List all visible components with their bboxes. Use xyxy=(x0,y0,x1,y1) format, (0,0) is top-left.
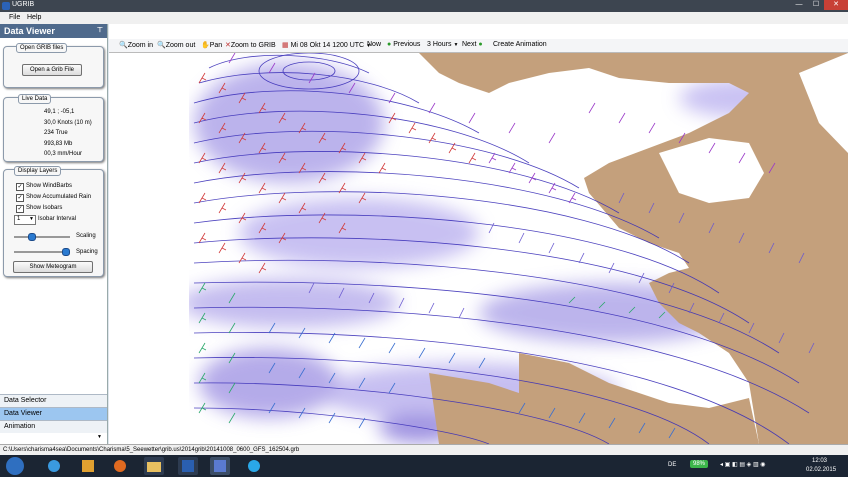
pan-button[interactable]: ✋Pan xyxy=(201,41,222,49)
firefox-icon[interactable] xyxy=(110,457,130,475)
pan-label: Pan xyxy=(209,42,223,49)
chevron-down-icon: ▼ xyxy=(29,216,34,222)
chevron-down-icon: ▼ xyxy=(453,42,459,48)
rain-checkbox[interactable]: ✓ xyxy=(16,194,24,202)
datetime-select[interactable]: ▦ Mi 08 Okt 14 1200 UTC ▼ xyxy=(282,41,371,49)
datetime-label: Mi 08 Okt 14 1200 UTC xyxy=(290,42,365,49)
language-indicator[interactable]: DE xyxy=(668,462,676,468)
step-select[interactable]: 3 Hours ▼ xyxy=(427,41,458,48)
isobar-interval-label: Isobar Interval xyxy=(38,216,77,222)
previous-button[interactable]: ● Previous xyxy=(387,41,420,48)
explorer-icon[interactable] xyxy=(144,457,164,475)
media-player-icon[interactable] xyxy=(78,457,98,475)
data-viewer-panel: Data Viewer ⊤ Open GRIB files Open a Gri… xyxy=(0,24,108,444)
live-pressure: 993,83 Mb xyxy=(44,141,73,147)
hand-icon: ✋ xyxy=(201,42,210,49)
live-rain: 00,3 mm/Hour xyxy=(44,151,83,157)
scaling-label: Scaling xyxy=(76,233,96,239)
isobar-interval-value: 1 xyxy=(17,216,21,222)
zoom-out-icon: 🔍 xyxy=(157,42,166,49)
scaling-slider-thumb[interactable] xyxy=(28,233,36,241)
windbarbs-label: Show WindBarbs xyxy=(26,183,73,189)
spacing-slider[interactable] xyxy=(14,248,70,256)
previous-label: Previous xyxy=(393,41,421,48)
zoom-to-grib-button[interactable]: ✕Zoom to GRIB xyxy=(225,41,276,49)
clock-time[interactable]: 12:03 xyxy=(812,458,827,464)
open-grib-group: Open GRIB files Open a Grib File xyxy=(3,43,104,88)
map-toolbar: 🔍Zoom in 🔍Zoom out ✋Pan ✕Zoom to GRIB ▦ … xyxy=(109,39,848,53)
ugrib-icon[interactable] xyxy=(210,457,230,475)
ie-icon[interactable] xyxy=(44,457,64,475)
panel-title: Data Viewer xyxy=(4,26,55,36)
menu-help[interactable]: Help xyxy=(27,14,41,21)
skype-icon[interactable] xyxy=(244,457,264,475)
create-animation-button[interactable]: Create Animation xyxy=(493,41,547,48)
app-icon xyxy=(2,2,10,10)
panel-header: Data Viewer ⊤ xyxy=(0,24,107,38)
nav-animation-label: Animation xyxy=(4,423,36,430)
battery-indicator[interactable]: 98% xyxy=(690,460,709,468)
calendar-icon: ▦ xyxy=(282,42,289,49)
scaling-slider[interactable] xyxy=(14,233,70,241)
nav-animation[interactable]: Animation xyxy=(0,420,107,433)
next-button[interactable]: Next ● xyxy=(462,41,483,48)
menu-bar: File Help xyxy=(0,12,848,24)
isobar-interval-select[interactable]: 1 ▼ xyxy=(14,215,36,225)
isobars-label: Show Isobars xyxy=(26,205,63,211)
live-wind-direction: 234 True xyxy=(44,130,68,136)
nav-data-viewer-label: Data Viewer xyxy=(4,410,43,417)
back-arrow-icon: ● xyxy=(387,41,392,48)
window-title: UGRIB xyxy=(12,1,35,8)
nav-data-selector-label: Data Selector xyxy=(4,397,47,404)
show-meteogram-button[interactable]: Show Meteogram xyxy=(13,261,93,273)
forward-arrow-icon: ● xyxy=(478,41,483,48)
step-label: 3 Hours xyxy=(427,41,452,48)
chevron-down-icon[interactable]: ▼ xyxy=(97,434,102,440)
next-label: Next xyxy=(462,41,477,48)
live-data-group: Live Data 49,1 ; -05,1 30,0 Knots (10 m)… xyxy=(3,94,104,162)
nav-data-selector[interactable]: Data Selector xyxy=(0,394,107,407)
tray-icons[interactable]: ◂ ▣ ◧ ▤ ◈ ▥ ◉ xyxy=(720,461,766,468)
live-data-group-title: Live Data xyxy=(18,94,52,104)
live-wind-speed: 30,0 Knots (10 m) xyxy=(44,120,92,126)
display-layers-group-title: Display Layers xyxy=(14,166,62,176)
nav-data-viewer[interactable]: Data Viewer xyxy=(0,407,107,420)
zoom-in-icon: 🔍 xyxy=(119,42,128,49)
taskbar: DE 98% ◂ ▣ ◧ ▤ ◈ ▥ ◉ 12:03 02.02.2015 xyxy=(0,455,848,477)
zoom-in-button[interactable]: 🔍Zoom in xyxy=(119,41,153,49)
isobars-checkbox[interactable]: ✓ xyxy=(16,205,24,213)
spacing-label: Spacing xyxy=(76,249,98,255)
close-button[interactable]: ✕ xyxy=(824,0,848,10)
zoom-to-grib-label: Zoom to GRIB xyxy=(230,42,276,49)
open-grib-group-title: Open GRIB files xyxy=(16,43,68,53)
windbarbs-checkbox[interactable]: ✓ xyxy=(16,183,24,191)
map-frame: 🔍Zoom in 🔍Zoom out ✋Pan ✕Zoom to GRIB ▦ … xyxy=(109,24,848,444)
start-button[interactable] xyxy=(6,457,24,475)
live-position: 49,1 ; -05,1 xyxy=(44,109,75,115)
weather-map-canvas[interactable] xyxy=(189,53,848,444)
outlook-icon[interactable] xyxy=(178,457,198,475)
zoom-out-button[interactable]: 🔍Zoom out xyxy=(157,41,195,49)
title-bar: UGRIB — ☐ ✕ xyxy=(0,0,848,12)
open-grib-file-button[interactable]: Open a Grib File xyxy=(22,64,82,76)
zoom-out-label: Zoom out xyxy=(165,42,196,49)
maximize-button[interactable]: ☐ xyxy=(808,0,824,10)
minimize-button[interactable]: — xyxy=(790,0,808,10)
display-layers-group: Display Layers ✓ Show WindBarbs ✓ Show A… xyxy=(3,166,104,277)
rain-label: Show Accumulated Rain xyxy=(26,194,92,200)
menu-file[interactable]: File xyxy=(9,14,20,21)
spacing-slider-thumb[interactable] xyxy=(62,248,70,256)
file-path: C:\Users\charisma4sea\Documents\Charisma… xyxy=(3,447,300,453)
pin-icon[interactable]: ⊤ xyxy=(97,26,103,34)
zoom-in-label: Zoom in xyxy=(127,42,154,49)
clock-date[interactable]: 02.02.2015 xyxy=(806,467,836,473)
now-button[interactable]: Now xyxy=(367,41,381,48)
weather-map[interactable] xyxy=(189,53,848,444)
